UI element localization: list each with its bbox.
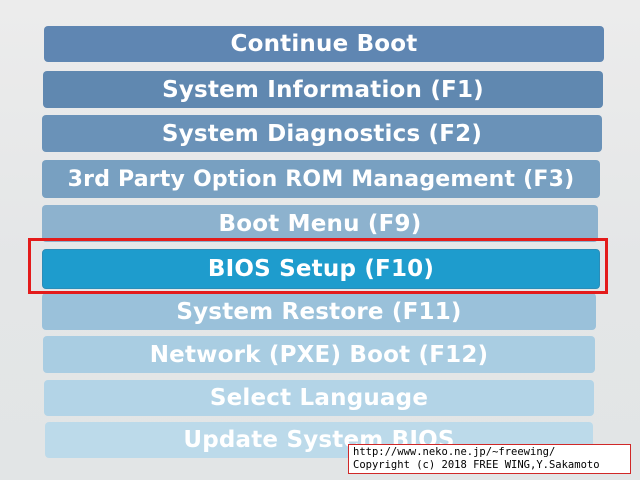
network-pxe-boot-button[interactable]: Network (PXE) Boot (F12)	[43, 336, 595, 373]
menu-item-label: Select Language	[209, 385, 429, 411]
menu-item-label: 3rd Party Option ROM Management (F3)	[67, 166, 575, 192]
boot-options-menu: Continue Boot System Information (F1) Sy…	[0, 0, 640, 480]
continue-boot-button[interactable]: Continue Boot	[44, 26, 604, 62]
menu-item-label: Continue Boot	[230, 31, 418, 57]
menu-item-label: System Restore (F11)	[176, 298, 462, 325]
system-restore-button[interactable]: System Restore (F11)	[42, 293, 596, 330]
option-rom-management-button[interactable]: 3rd Party Option ROM Management (F3)	[42, 160, 600, 198]
watermark-url: http://www.neko.ne.jp/~freewing/	[353, 446, 556, 458]
menu-item-label: Boot Menu (F9)	[218, 210, 422, 237]
menu-item-label: BIOS Setup (F10)	[207, 256, 435, 282]
menu-item-label: Network (PXE) Boot (F12)	[149, 341, 489, 368]
menu-item-label: System Diagnostics (F2)	[161, 120, 483, 147]
system-diagnostics-button[interactable]: System Diagnostics (F2)	[42, 115, 602, 152]
watermark-copyright: Copyright (c) 2018 FREE WING,Y.Sakamoto	[353, 459, 600, 471]
boot-menu-button[interactable]: Boot Menu (F9)	[42, 205, 598, 242]
select-language-button[interactable]: Select Language	[44, 380, 594, 416]
menu-item-label: System Information (F1)	[162, 76, 484, 103]
bios-setup-button[interactable]: BIOS Setup (F10)	[42, 249, 600, 289]
system-information-button[interactable]: System Information (F1)	[43, 71, 603, 108]
copyright-watermark: http://www.neko.ne.jp/~freewing/ Copyrig…	[348, 444, 631, 474]
